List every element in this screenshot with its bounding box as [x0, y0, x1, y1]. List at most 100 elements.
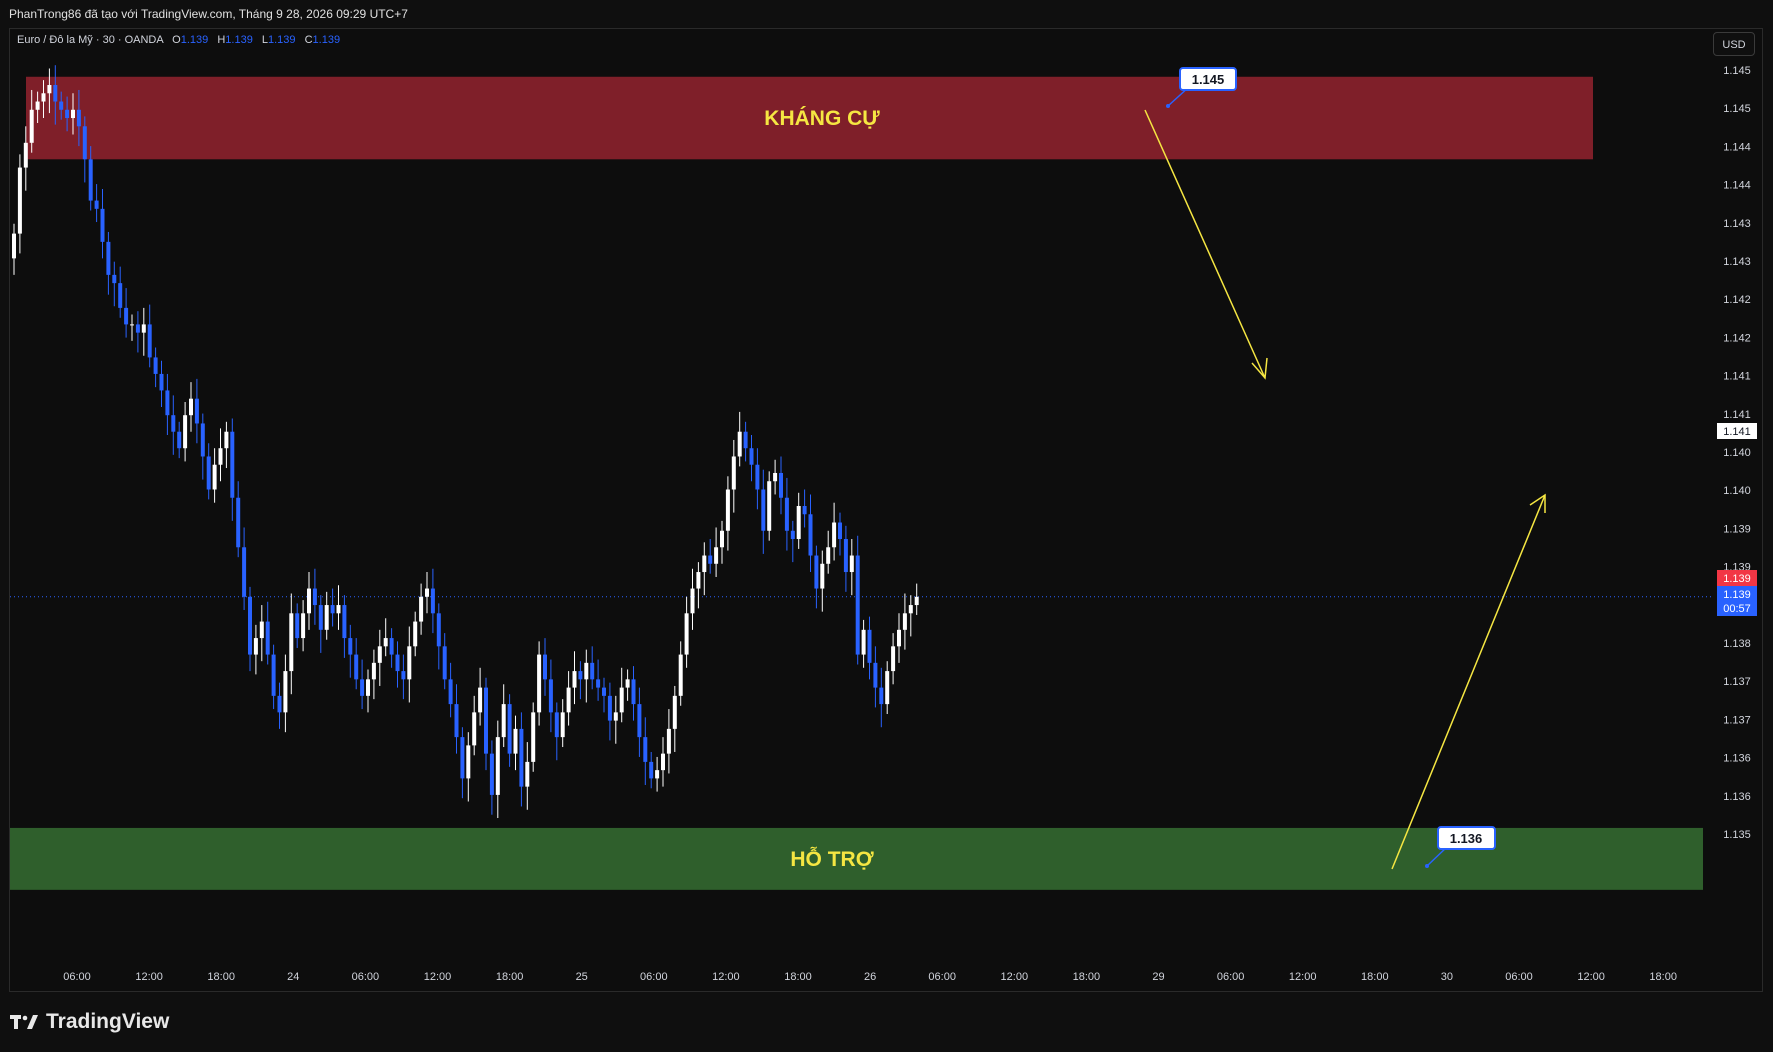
candle-body[interactable]: [519, 728, 524, 787]
candle-body[interactable]: [259, 621, 264, 639]
candle-body[interactable]: [731, 456, 736, 490]
time-axis[interactable]: 06:00 12:00 18:00 24 06:00 12:00 18:00 25 06:00 1…: [63, 971, 1677, 983]
candle-body[interactable]: [702, 555, 707, 573]
candle-body[interactable]: [153, 357, 158, 374]
candle-body[interactable]: [484, 687, 488, 754]
candle-body[interactable]: [88, 159, 93, 201]
candle-body[interactable]: [200, 423, 205, 457]
candle-body[interactable]: [283, 671, 288, 713]
candle-body[interactable]: [277, 695, 282, 713]
candle-body[interactable]: [448, 679, 453, 705]
candle-body[interactable]: [790, 530, 795, 540]
candle-body[interactable]: [531, 712, 536, 762]
candle-body[interactable]: [59, 101, 64, 110]
candle-body[interactable]: [578, 671, 583, 680]
candle-body[interactable]: [678, 654, 683, 696]
symbol-legend[interactable]: Euro / Đô la Mỹ · 30 · OANDA O1.139 H1.1…: [17, 34, 340, 46]
candle-body[interactable]: [796, 506, 801, 540]
candle-body[interactable]: [784, 497, 789, 531]
candle-body[interactable]: [631, 679, 636, 705]
candle-body[interactable]: [914, 596, 919, 606]
candle-body[interactable]: [301, 613, 306, 639]
candle-body[interactable]: [318, 605, 323, 630]
candle-body[interactable]: [295, 613, 300, 639]
candle-body[interactable]: [743, 431, 748, 449]
candle-body[interactable]: [714, 547, 719, 564]
candle-body[interactable]: [454, 704, 459, 738]
candle-body[interactable]: [65, 109, 70, 119]
candle-body[interactable]: [76, 109, 81, 127]
candle-body[interactable]: [436, 613, 441, 647]
candle-body[interactable]: [307, 588, 311, 614]
candle-body[interactable]: [767, 481, 772, 531]
candle-body[interactable]: [525, 761, 530, 787]
candle-body[interactable]: [82, 126, 87, 160]
candle-body[interactable]: [725, 489, 730, 531]
candle-body[interactable]: [867, 629, 872, 663]
candle-body[interactable]: [655, 770, 660, 779]
candle-body[interactable]: [590, 662, 595, 680]
chart-canvas[interactable]: KHÁNG CỰ HỖ TRỢ 1.145 1.136 1.1451.1451.…: [0, 0, 1773, 994]
candle-body[interactable]: [755, 464, 760, 490]
candle-body[interactable]: [737, 431, 742, 457]
candle-body[interactable]: [460, 737, 465, 779]
candle-body[interactable]: [271, 654, 276, 696]
candle-body[interactable]: [194, 398, 199, 424]
candle-body[interactable]: [342, 605, 347, 639]
candle-body[interactable]: [808, 514, 813, 556]
candle-body[interactable]: [159, 373, 164, 391]
candle-body[interactable]: [124, 307, 129, 325]
candle-body[interactable]: [165, 390, 170, 416]
candle-body[interactable]: [720, 530, 724, 548]
candle-body[interactable]: [773, 472, 778, 482]
candle-body[interactable]: [189, 398, 193, 416]
candle-body[interactable]: [537, 654, 542, 713]
candle-body[interactable]: [206, 456, 211, 490]
candle-body[interactable]: [407, 646, 412, 680]
candle-body[interactable]: [613, 712, 618, 721]
candle-body[interactable]: [289, 613, 294, 672]
candle-body[interactable]: [672, 695, 677, 729]
candle-body[interactable]: [548, 679, 553, 713]
candle-body[interactable]: [873, 662, 878, 688]
candle-body[interactable]: [442, 646, 447, 680]
candle-body[interactable]: [625, 679, 630, 688]
candle-body[interactable]: [802, 506, 807, 515]
candle-body[interactable]: [649, 761, 654, 779]
candle-body[interactable]: [348, 638, 353, 655]
candle-body[interactable]: [171, 415, 176, 432]
candle-body[interactable]: [908, 605, 913, 614]
tradingview-logo[interactable]: TradingView: [10, 1008, 169, 1036]
candle-body[interactable]: [849, 555, 854, 573]
candle-body[interactable]: [265, 621, 270, 655]
candle-body[interactable]: [336, 605, 341, 614]
candle-body[interactable]: [478, 687, 483, 713]
candle-body[interactable]: [383, 638, 388, 647]
candle-body[interactable]: [94, 200, 99, 209]
candle-body[interactable]: [855, 555, 860, 655]
candle-body[interactable]: [371, 662, 376, 680]
candle-body[interactable]: [879, 687, 884, 705]
candle-body[interactable]: [312, 588, 317, 606]
candle-body[interactable]: [779, 472, 783, 498]
candle-body[interactable]: [106, 241, 111, 275]
candle-body[interactable]: [401, 671, 406, 680]
candle-body[interactable]: [395, 654, 400, 672]
candle-body[interactable]: [41, 93, 46, 102]
up-arrow-annotation[interactable]: [1391, 493, 1546, 870]
candle-body[interactable]: [236, 497, 241, 548]
candle-body[interactable]: [354, 654, 359, 680]
candle-body[interactable]: [749, 448, 754, 465]
candle-body[interactable]: [566, 687, 571, 713]
currency-button[interactable]: USD: [1713, 32, 1755, 56]
candle-body[interactable]: [230, 431, 235, 498]
candle-body[interactable]: [377, 646, 382, 663]
candle-body[interactable]: [12, 233, 16, 259]
candle-body[interactable]: [419, 596, 424, 622]
candle-body[interactable]: [596, 679, 601, 688]
candle-body[interactable]: [543, 654, 547, 680]
candle-body[interactable]: [554, 712, 559, 738]
candle-body[interactable]: [35, 101, 40, 110]
candle-body[interactable]: [495, 737, 500, 795]
candle-body[interactable]: [466, 745, 471, 779]
